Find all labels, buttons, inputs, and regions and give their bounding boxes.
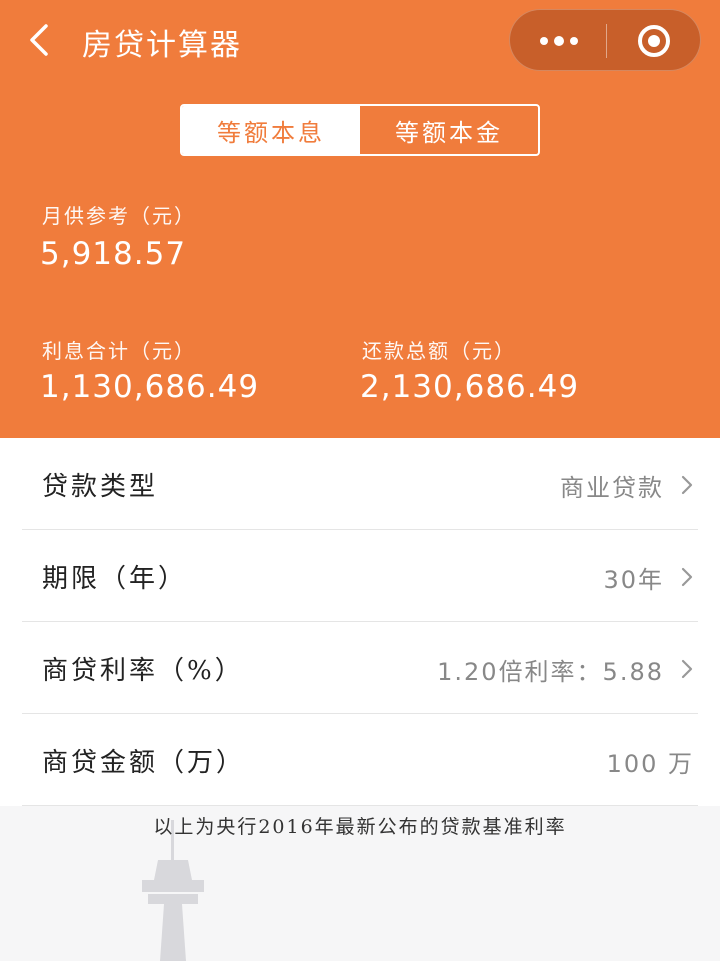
- miniprogram-capsule: [509, 9, 701, 71]
- interest-rate-value: 1.20倍利率：5.88: [437, 658, 664, 686]
- loan-amount-value[interactable]: 100 万: [607, 744, 694, 779]
- total-repayment-value: 2,130,686.49: [360, 369, 580, 405]
- loan-settings-list: 贷款类型 商业贷款 期限（年） 30年 商贷利率（%） 1.20倍利率：5.88…: [0, 438, 720, 806]
- term-row[interactable]: 期限（年） 30年: [22, 530, 698, 622]
- loan-type-row[interactable]: 贷款类型 商业贷款: [22, 438, 698, 530]
- more-dots-icon[interactable]: [538, 34, 580, 48]
- loan-amount-label: 商贷金额（万）: [42, 748, 246, 778]
- tab-equal-installment[interactable]: 等额本息: [182, 106, 360, 154]
- total-interest-value: 1,130,686.49: [40, 369, 260, 405]
- target-icon[interactable]: [636, 23, 672, 59]
- interest-rate-row[interactable]: 商贷利率（%） 1.20倍利率：5.88: [22, 622, 698, 714]
- page-title: 房贷计算器: [82, 28, 242, 63]
- term-label: 期限（年）: [42, 564, 188, 594]
- term-value: 30年: [603, 566, 664, 594]
- tower-watermark-icon: [142, 820, 204, 961]
- tab-equal-principal[interactable]: 等额本金: [360, 106, 538, 154]
- interest-rate-label: 商贷利率（%）: [42, 656, 244, 686]
- rate-footnote: 以上为央行2016年最新公布的贷款基准利率: [153, 816, 567, 838]
- loan-amount-row[interactable]: 商贷金额（万） 100 万: [22, 714, 698, 806]
- capsule-divider: [606, 24, 607, 58]
- chevron-right-icon: [681, 659, 693, 679]
- header: 房贷计算器 等额本息 等额本金 月供参考（元） 5,918.57 利息合计（元）…: [0, 0, 720, 438]
- monthly-payment-value: 5,918.57: [40, 236, 187, 272]
- chevron-left-icon[interactable]: [28, 22, 52, 58]
- total-repayment-label: 还款总额（元）: [362, 339, 516, 363]
- chevron-right-icon: [681, 567, 693, 587]
- total-interest-label: 利息合计（元）: [42, 339, 196, 363]
- repayment-method-toggle: 等额本息 等额本金: [180, 104, 540, 156]
- chevron-right-icon: [681, 475, 693, 495]
- monthly-payment-label: 月供参考（元）: [42, 204, 196, 228]
- loan-type-label: 贷款类型: [42, 472, 159, 502]
- loan-type-value: 商业贷款: [560, 474, 664, 502]
